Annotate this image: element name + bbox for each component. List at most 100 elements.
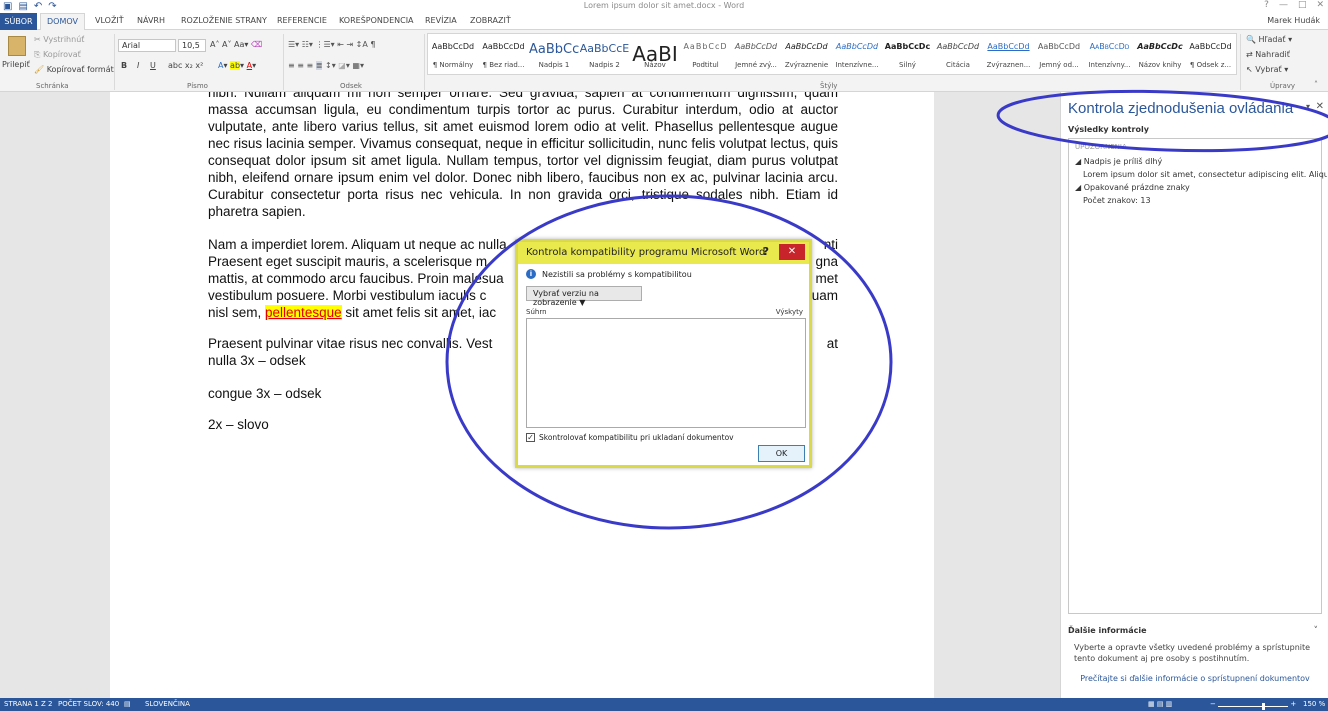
tab-insert[interactable]: VLOŽIŤ [95, 16, 124, 25]
list-buttons[interactable]: ☰▾ ☷▾ ⋮☰▾ ⇤ ⇥ ↕A ¶ [288, 40, 376, 49]
paragraph-1[interactable]: nibh. Nullam aliquam mi non semper ornar… [208, 92, 838, 224]
result-detail[interactable]: Počet znakov: 13 [1083, 196, 1327, 205]
style-item[interactable]: AaBbCcDd Jemný od... [1034, 34, 1084, 74]
style-name: Podtitul [692, 61, 719, 69]
underline-button[interactable]: U [150, 61, 156, 70]
summary-label: Súhrn [526, 308, 547, 316]
tab-file[interactable]: SÚBOR [0, 13, 37, 30]
style-item[interactable]: AaBbCcD Podtitul [681, 34, 731, 74]
style-item[interactable]: AaBbCcDc Názov knihy [1135, 34, 1185, 74]
zoom-level[interactable]: 150 % [1303, 700, 1325, 708]
view-buttons[interactable]: ▦ ▤ ▥ [1148, 700, 1172, 708]
styles-gallery[interactable]: AaBbCcDd ¶ Normálny AaBbCcDd ¶ Bez riad... A… [427, 33, 1237, 75]
zoom-thumb[interactable] [1262, 702, 1266, 710]
minimize-icon[interactable]: — [1279, 0, 1288, 10]
word-count[interactable]: POČET SLOV: 440 [58, 700, 119, 708]
text-run: gna [815, 254, 838, 269]
style-item[interactable]: AaBbCcDd Zvýraznenie [782, 34, 832, 74]
expand-triangle-icon[interactable]: ◢ [1075, 183, 1081, 192]
copy-button[interactable]: ⎘ Kopírovať [34, 50, 81, 60]
select-version-button[interactable]: Vybrať verziu na zobrazenie ▼ [526, 286, 642, 307]
collapse-ribbon-icon[interactable]: ˄ [1314, 80, 1318, 89]
dialog-help-icon[interactable]: ? [763, 245, 769, 258]
dialog-title: Kontrola kompatibility programu Microsof… [526, 247, 766, 258]
more-info-link[interactable]: Prečítajte si ďalšie informácie o spríst… [1061, 674, 1328, 683]
zoom-slider[interactable]: − + [1210, 700, 1296, 710]
result-heading[interactable]: ◢ Nadpis je príliš dlhý [1075, 157, 1319, 166]
strike-sub-sup-buttons[interactable]: abc x₂ x² [168, 61, 203, 70]
font-family-select[interactable]: Arial [118, 39, 176, 52]
ribbon: Prilepiť ✂ Vystrihnúť ⎘ Kopírovať 🖌 Kopí… [0, 30, 1328, 92]
text-run: sit amet felis sit amet, iac [345, 305, 497, 320]
style-item[interactable]: AaBbCcDd Citácia [933, 34, 983, 74]
result-heading[interactable]: ◢ Opakované prázdne znaky [1075, 183, 1319, 192]
find-button[interactable]: 🔍 Hľadať ▾ [1246, 35, 1292, 44]
style-item[interactable]: AaBbCcDd ¶ Odsek z... [1186, 34, 1236, 74]
occurrences-label: Výskyty [775, 308, 803, 316]
style-item[interactable]: AaBbCcE Nadpis 2 [580, 34, 630, 74]
pane-options-icon[interactable]: ▾ [1306, 102, 1310, 111]
maximize-icon[interactable]: □ [1298, 0, 1307, 10]
paste-button[interactable]: Prilepiť [2, 60, 30, 69]
language-indicator[interactable]: SLOVENČINA [145, 700, 190, 708]
italic-button[interactable]: I [137, 61, 139, 70]
style-item[interactable]: AaBbCcDd Jemné zvý... [731, 34, 781, 74]
tab-references[interactable]: REFERENCIE [277, 16, 327, 25]
font-size-buttons[interactable]: A˄ A˅ Aa▾ ⌫ [210, 40, 262, 49]
tab-review[interactable]: REVÍZIA [425, 16, 457, 25]
highlighted-word[interactable]: pellentesque [265, 305, 342, 320]
results-list[interactable]: UPOZORNENIA ◢ Nadpis je príliš dlhý Lore… [1068, 138, 1327, 614]
style-item[interactable]: AaBI Názov [630, 34, 680, 74]
dialog-close-button[interactable]: ✕ [779, 244, 805, 260]
style-preview: AaBbCcD [683, 42, 728, 51]
style-name: Zvýraznenie [784, 61, 829, 69]
shading-icon[interactable]: ◪ [338, 61, 346, 70]
style-item[interactable]: AaBbCc Nadpis 1 [529, 34, 579, 74]
style-item[interactable]: AaBbCcDd ¶ Bez riad... [479, 34, 529, 74]
bold-button[interactable]: B [121, 61, 127, 70]
tab-design[interactable]: NÁVRH [137, 16, 165, 25]
zoom-track[interactable] [1218, 702, 1289, 710]
check-on-save-checkbox[interactable]: ✓ [526, 433, 535, 442]
text-run: at [826, 336, 838, 351]
check-on-save-label[interactable]: Skontrolovať kompatibilitu pri ukladaní … [539, 433, 734, 442]
justify-icon[interactable]: ≣ [315, 61, 323, 70]
summary-list[interactable] [526, 318, 806, 428]
font-size-select[interactable]: 10,5 [178, 39, 206, 52]
font-color-icon: A [246, 61, 253, 70]
style-item[interactable]: AaBbCcDd Intenzívne... [832, 34, 882, 74]
proofing-icon[interactable]: ▤ [124, 700, 131, 708]
style-item[interactable]: AaBbCcDd Zvýraznen... [984, 34, 1034, 74]
page-count[interactable]: STRANA 1 Z 2 [4, 700, 53, 708]
accessibility-checker-pane: Kontrola zjednodušenia ovládania ▾ ✕ Výs… [1060, 92, 1328, 698]
expand-triangle-icon[interactable]: ◢ [1075, 157, 1081, 166]
replace-button[interactable]: ⇄ Nahradiť [1246, 50, 1290, 59]
style-item[interactable]: AaBbCcDc Silný [883, 34, 933, 74]
pane-close-icon[interactable]: ✕ [1316, 101, 1324, 112]
tab-view[interactable]: ZOBRAZIŤ [470, 16, 511, 25]
select-button[interactable]: ↖ Vybrať ▾ [1246, 65, 1288, 74]
close-icon[interactable]: ✕ [1316, 0, 1324, 10]
alignment-buttons[interactable]: ≡ ≡ ≡ ≣ ↕▾ ◪▾ ▦▾ [288, 61, 364, 70]
pane-title: Kontrola zjednodušenia ovládania [1068, 100, 1294, 117]
text-effects-button[interactable]: A▾ ab▾ A▾ [218, 61, 256, 70]
cut-button[interactable]: ✂ Vystrihnúť [34, 35, 84, 44]
chevron-down-icon[interactable]: ˅ [1314, 626, 1319, 636]
style-item[interactable]: AaBbCcDd Intenzívny... [1085, 34, 1135, 74]
style-item[interactable]: AaBbCcDd ¶ Normálny [428, 34, 478, 74]
result-detail[interactable]: Lorem ipsum dolor sit amet, consectetur … [1083, 170, 1327, 179]
style-preview: AaBbCcDc [1137, 42, 1183, 51]
ok-button[interactable]: OK [758, 445, 805, 462]
more-info-text: Vyberte a opravte všetky uvedené problém… [1074, 643, 1311, 663]
tab-layout[interactable]: ROZLOŽENIE STRANY [181, 16, 267, 25]
tab-home[interactable]: DOMOV [40, 13, 85, 31]
tab-mailings[interactable]: KOREŠPONDENCIA [339, 16, 414, 25]
dialog-message: Nezistili sa problémy s kompatibilitou [542, 270, 692, 279]
dialog-title-bar[interactable]: Kontrola kompatibility programu Microsof… [518, 242, 809, 264]
help-icon[interactable]: ? [1264, 0, 1269, 10]
user-name[interactable]: Marek Hudák [1267, 16, 1320, 25]
clear-format-icon[interactable]: ⌫ [251, 40, 262, 49]
format-painter-button[interactable]: 🖌 Kopírovať formát [34, 65, 114, 74]
highlight-icon: ab [230, 61, 241, 70]
paste-icon[interactable] [8, 36, 26, 56]
